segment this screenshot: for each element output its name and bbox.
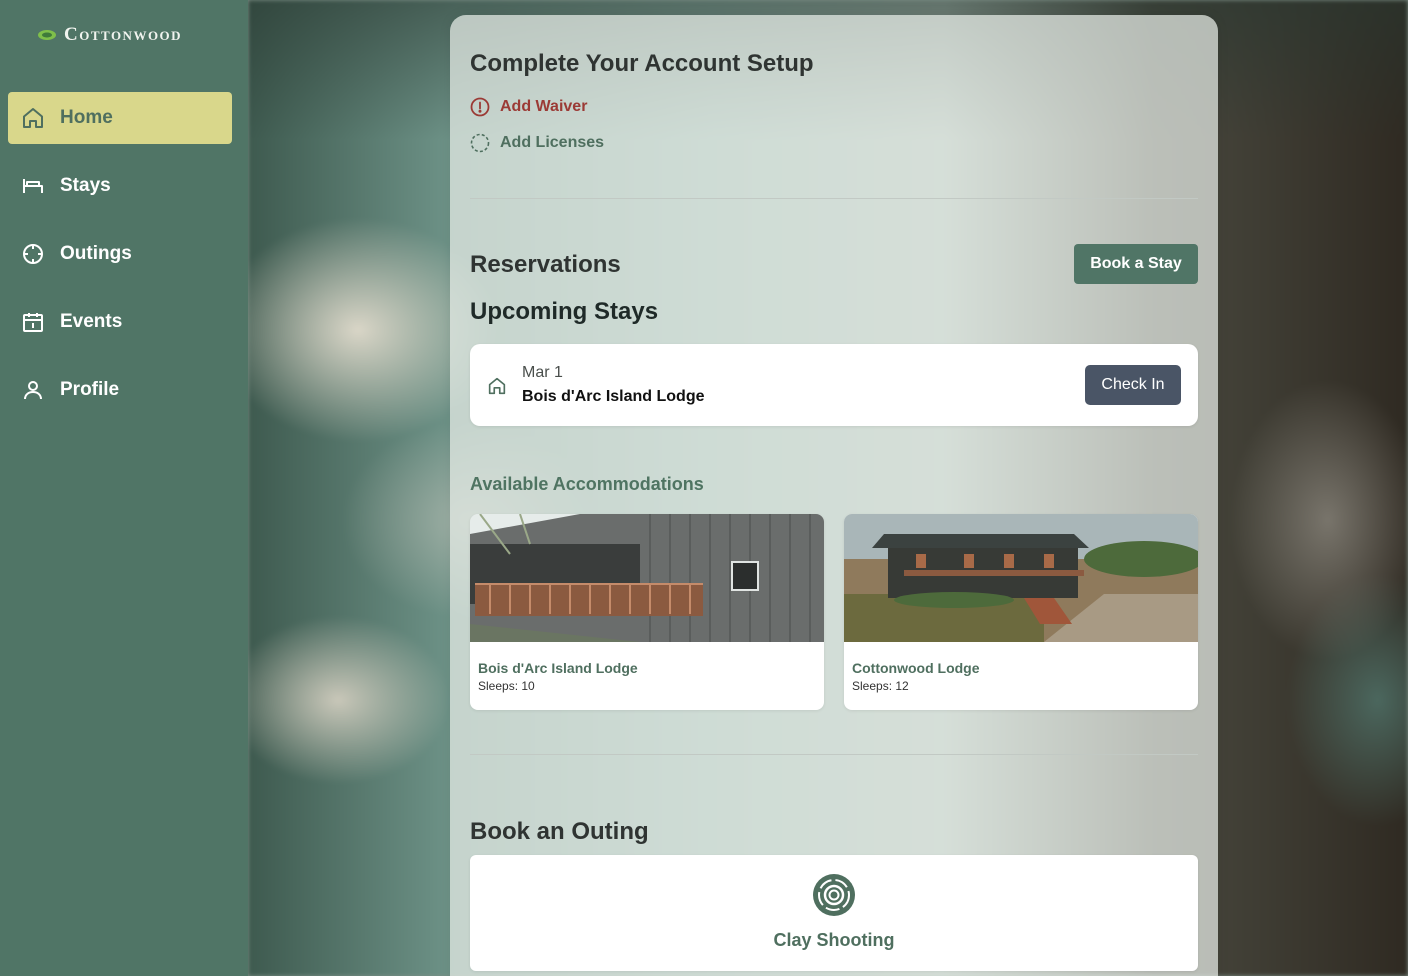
add-licenses-label: Add Licenses: [500, 134, 605, 151]
lodge-photo: [844, 514, 1198, 642]
add-licenses-link[interactable]: Add Licenses: [470, 132, 604, 154]
sidebar-item-label: Profile: [60, 379, 120, 400]
sidebar-item-label: Home: [60, 107, 113, 128]
outing-label: Clay Shooting: [773, 930, 895, 950]
sidebar-item-stays[interactable]: Stays: [8, 160, 232, 212]
sidebar-item-label: Events: [60, 311, 123, 332]
accommodation-name: Bois d'Arc Island Lodge: [478, 660, 638, 676]
section-divider: [470, 198, 1198, 199]
accommodation-card-cottonwood[interactable]: Cottonwood Lodge Sleeps: 12: [844, 514, 1198, 710]
available-accommodations-title: Available Accommodations: [470, 474, 704, 494]
home-icon: [488, 377, 506, 395]
stay-name: Bois d'Arc Island Lodge: [522, 388, 705, 405]
brand-logo[interactable]: Cottonwood: [36, 24, 182, 46]
accommodation-card-bois-darc[interactable]: Bois d'Arc Island Lodge Sleeps: 10: [470, 514, 824, 710]
upcoming-stays-title: Upcoming Stays: [470, 298, 659, 325]
sidebar-item-outings[interactable]: Outings: [8, 228, 232, 280]
target-icon: [813, 874, 855, 916]
dashed-circle-icon: [470, 133, 490, 153]
user-icon: [20, 377, 46, 403]
add-waiver-link[interactable]: Add Waiver: [470, 96, 587, 118]
sidebar-item-label: Outings: [60, 243, 132, 264]
stay-date: Mar 1: [522, 364, 563, 381]
book-a-stay-button[interactable]: Book a Stay: [1074, 244, 1198, 284]
book-outing-title: Book an Outing: [470, 818, 649, 845]
sidebar-item-label: Stays: [60, 175, 111, 196]
setup-title: Complete Your Account Setup: [470, 50, 814, 77]
sidebar: Cottonwood Home Stays Outings Events Pro…: [0, 0, 248, 976]
leaf-icon: [38, 30, 56, 40]
sidebar-item-profile[interactable]: Profile: [8, 364, 232, 416]
bed-icon: [20, 173, 46, 199]
accommodation-sleeps: Sleeps: 12: [852, 679, 909, 693]
accommodation-sleeps: Sleeps: 10: [478, 679, 535, 693]
sidebar-item-events[interactable]: Events: [8, 296, 232, 348]
alert-circle-icon: [470, 97, 490, 117]
sidebar-item-home[interactable]: Home: [8, 92, 232, 144]
home-icon: [20, 105, 46, 131]
brand-name: Cottonwood: [64, 24, 183, 45]
add-waiver-label: Add Waiver: [500, 98, 588, 115]
accommodation-name: Cottonwood Lodge: [852, 660, 980, 676]
check-in-button[interactable]: Check In: [1085, 365, 1181, 405]
calendar-icon: [20, 309, 46, 335]
crosshair-icon: [20, 241, 46, 267]
reservations-title: Reservations: [470, 251, 621, 278]
section-divider: [470, 754, 1198, 755]
lodge-photo: [470, 514, 824, 642]
